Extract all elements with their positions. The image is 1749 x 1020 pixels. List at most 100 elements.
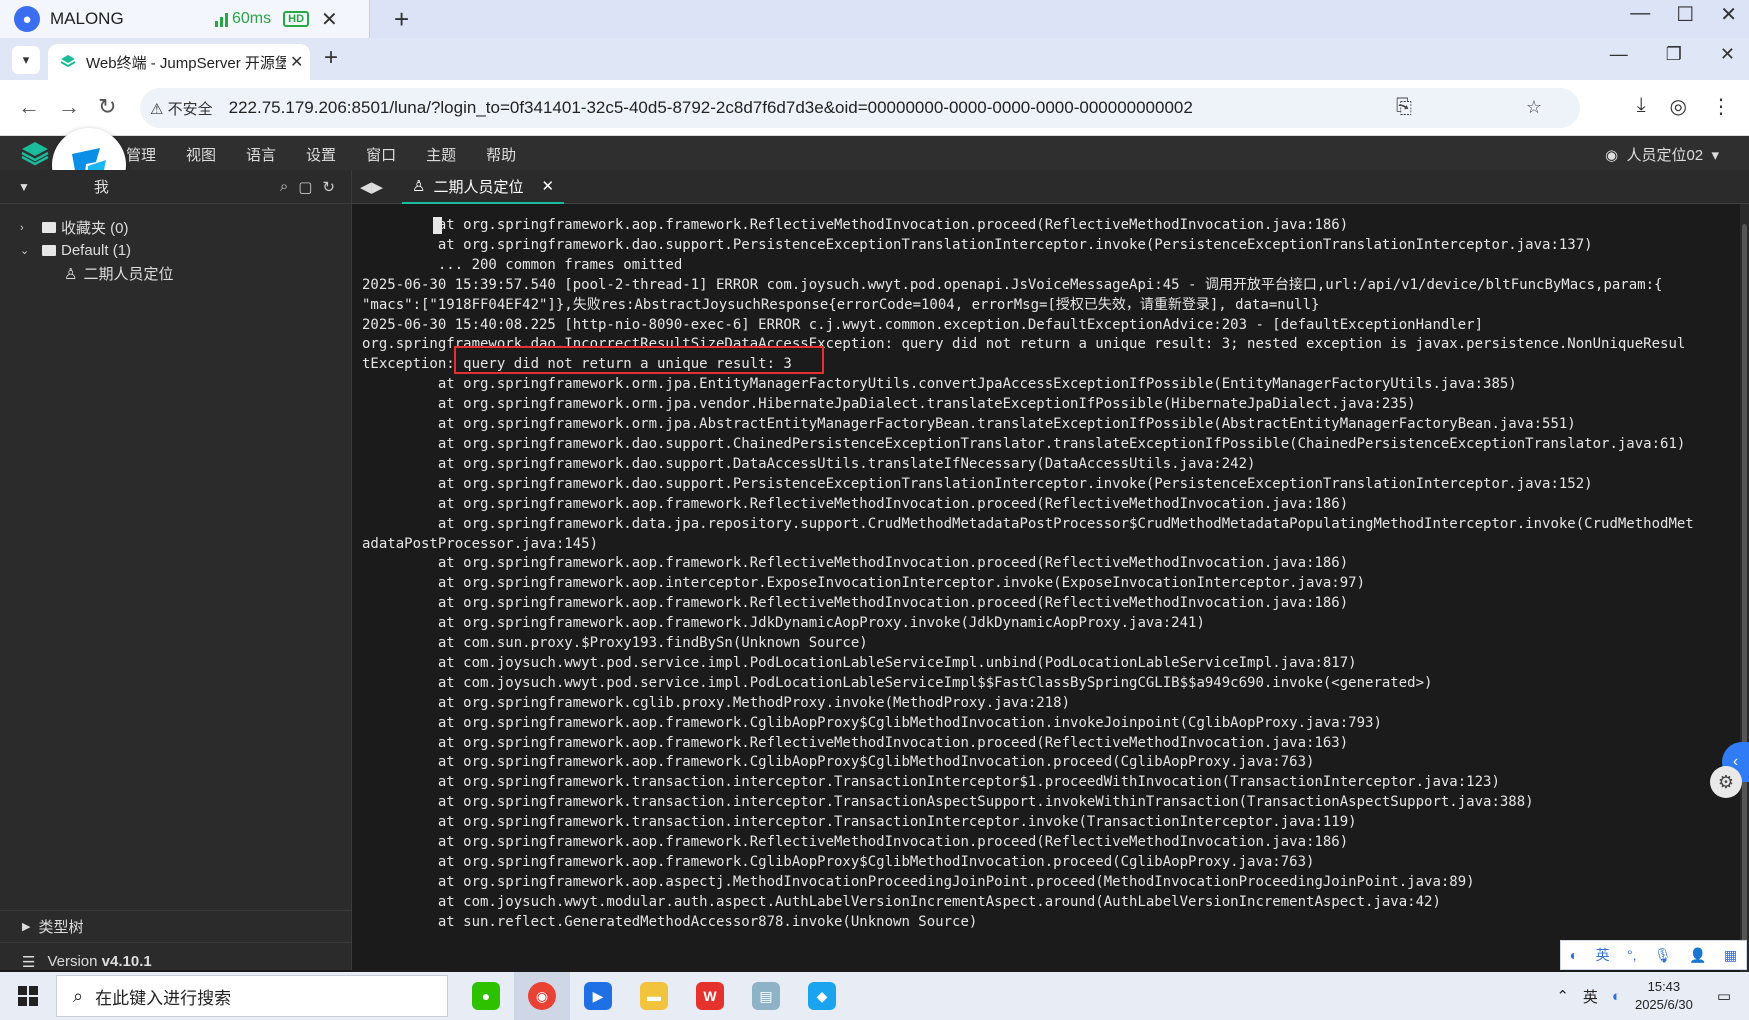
terminal-line: 2025-06-30 15:39:57.540 [pool-2-thread-1… xyxy=(362,276,1663,293)
tree-node-default[interactable]: ⌄ Default (1) xyxy=(0,239,351,262)
browser-tab-title: Web终端 - JumpServer 开源堡 xyxy=(86,54,286,72)
menu-item-manage[interactable]: 管理 xyxy=(126,144,156,165)
caret-down-icon[interactable]: ▼ xyxy=(18,180,30,194)
menu-icon[interactable]: ⋮ xyxy=(1711,94,1731,119)
close-icon[interactable]: ✕ xyxy=(1720,2,1737,27)
search-icon[interactable]: ⌕ xyxy=(280,178,288,196)
collapse-icon[interactable]: ▢ xyxy=(298,178,312,196)
minimize-icon[interactable]: — xyxy=(1610,44,1628,65)
linux-icon: ♙ xyxy=(64,265,78,283)
maximize-icon[interactable]: ☐ xyxy=(1676,2,1694,27)
terminal-tab[interactable]: ♙ 二期人员定位 ✕ xyxy=(402,170,565,204)
jumpserver-favicon-icon xyxy=(60,55,76,68)
minimize-icon[interactable]: — xyxy=(1630,2,1650,27)
terminal-line: at com.joysuch.wwyt.pod.service.impl.Pod… xyxy=(362,654,1357,671)
terminal-line: at org.springframework.transaction.inter… xyxy=(362,814,1357,831)
bookmark-star-icon[interactable]: ☆ xyxy=(1526,97,1542,118)
forward-icon[interactable]: → xyxy=(58,94,80,120)
add-session-icon[interactable]: + xyxy=(394,4,409,35)
tray-lang[interactable]: 英 xyxy=(1583,986,1598,1007)
terminal-tab-label: 二期人员定位 xyxy=(433,178,524,196)
menu-item-settings[interactable]: 设置 xyxy=(306,144,336,165)
caret-right-icon[interactable]: › xyxy=(20,222,34,234)
address-bar[interactable]: ⚠ 不安全 222.75.179.206:8501/luna/?login_to… xyxy=(140,88,1580,128)
hd-badge[interactable]: HD xyxy=(283,11,310,27)
terminal-line: at com.joysuch.wwyt.modular.auth.aspect.… xyxy=(362,893,1441,910)
reload-icon[interactable]: ↻ xyxy=(98,94,116,120)
menu-item-help[interactable]: 帮助 xyxy=(486,144,516,165)
taskbar-search[interactable]: ⌕ 在此键入进行搜索 xyxy=(56,975,448,1017)
clock-time: 15:43 xyxy=(1647,979,1681,994)
menu-item-view[interactable]: 视图 xyxy=(186,144,216,165)
notes-icon: ▤ xyxy=(752,982,780,1010)
translate-icon[interactable]: ⎘ xyxy=(1396,96,1412,119)
back-icon[interactable]: ← xyxy=(18,94,40,120)
ime-lang[interactable]: 英 xyxy=(1596,945,1610,965)
folder-open-icon xyxy=(42,245,56,256)
settings-gear-icon[interactable]: ⚙ xyxy=(1710,766,1742,798)
search-placeholder: 在此键入进行搜索 xyxy=(95,988,232,1008)
taskbar-apps: ● ◉ ▶ ▬ W ▤ ◆ xyxy=(458,972,850,1020)
file-explorer-app[interactable]: ▬ xyxy=(626,972,682,1020)
close-tab-icon[interactable]: ✕ xyxy=(290,52,303,72)
ime-logo-icon[interactable]: ◐ xyxy=(1570,947,1578,963)
terminal-line: at com.joysuch.wwyt.pod.service.impl.Pod… xyxy=(362,674,1433,691)
punctuation-icon[interactable]: °, xyxy=(1627,947,1637,963)
notification-icon[interactable]: ▭ xyxy=(1717,987,1731,1005)
ime-tray-icon[interactable]: ◐ xyxy=(1612,988,1621,1005)
user-avatar-icon: ● xyxy=(14,6,40,32)
terminal-output[interactable]: at org.springframework.aop.framework.Ref… xyxy=(352,204,1740,972)
caret-down-icon[interactable]: ⌄ xyxy=(20,244,34,257)
folder-icon: ▬ xyxy=(640,982,668,1010)
menu-item-language[interactable]: 语言 xyxy=(246,144,276,165)
wps-icon: W xyxy=(696,982,724,1010)
arrow-app-icon: ▶ xyxy=(584,982,612,1010)
terminal-scrollbar[interactable] xyxy=(1740,204,1749,972)
close-icon[interactable]: ✕ xyxy=(321,7,338,32)
terminal-line: at org.springframework.aop.framework.Ref… xyxy=(362,217,1349,233)
user-icon[interactable]: 👤 xyxy=(1689,947,1706,964)
tab-scroll-arrows-icon[interactable]: ◀▶ xyxy=(360,178,383,196)
close-tab-icon[interactable]: ✕ xyxy=(541,177,554,195)
user-menu[interactable]: ◉ 人员定位02 ▾ xyxy=(1605,144,1719,165)
feishu-app[interactable]: ▶ xyxy=(570,972,626,1020)
scrollbar-thumb[interactable] xyxy=(1742,224,1747,964)
security-warning[interactable]: ⚠ 不安全 xyxy=(150,98,213,119)
terminal-line: at org.springframework.data.jpa.reposito… xyxy=(362,515,1694,532)
windows-start-icon[interactable] xyxy=(0,986,56,1006)
todesk-app[interactable]: ◆ xyxy=(794,972,850,1020)
microphone-icon[interactable]: 🎙 xyxy=(1654,947,1672,964)
close-icon[interactable]: ✕ xyxy=(1720,44,1735,65)
tree-node-favorites[interactable]: › 收藏夹 (0) xyxy=(0,216,351,239)
type-tree-section[interactable]: ▶ 类型树 xyxy=(0,910,352,942)
restore-icon[interactable]: ❐ xyxy=(1666,44,1682,65)
new-tab-icon[interactable]: + xyxy=(324,44,338,72)
wps-app[interactable]: W xyxy=(682,972,738,1020)
profile-icon[interactable]: ◎ xyxy=(1670,94,1687,119)
url-text[interactable]: 222.75.179.206:8501/luna/?login_to=0f341… xyxy=(229,98,1193,118)
refresh-icon[interactable]: ↻ xyxy=(322,178,335,196)
wechat-app[interactable]: ● xyxy=(458,972,514,1020)
chevron-up-icon[interactable]: ⌃ xyxy=(1556,987,1569,1005)
terminal-line: at org.springframework.aop.framework.Jdk… xyxy=(362,615,1205,632)
linux-icon: ♙ xyxy=(412,178,426,195)
version-label: Version xyxy=(47,953,98,970)
download-icon[interactable]: ⤓ xyxy=(1637,94,1646,119)
tree-node-asset[interactable]: ♙ 二期人员定位 xyxy=(0,262,351,285)
clock[interactable]: 15:43 2025/6/30 xyxy=(1635,978,1693,1014)
menu-item-window[interactable]: 窗口 xyxy=(366,144,396,165)
remote-session-tab[interactable]: ● MALONG 60ms HD ✕ xyxy=(0,0,370,38)
browser-tab[interactable]: Web终端 - JumpServer 开源堡 ✕ xyxy=(48,44,310,80)
grid-icon[interactable]: ▦ xyxy=(1724,947,1737,964)
menu-item-theme[interactable]: 主题 xyxy=(426,144,456,165)
terminal-line: at org.springframework.aop.framework.Cgl… xyxy=(362,714,1382,731)
wechat-icon: ● xyxy=(472,982,500,1010)
chrome-app[interactable]: ◉ xyxy=(514,972,570,1020)
asset-sidebar: ▼ 我 ⌕ ▢ ↻ › 收藏夹 (0) ⌄ Default (1) ♙ 二期人员… xyxy=(0,170,352,971)
terminal-line: at org.springframework.transaction.inter… xyxy=(362,774,1500,791)
error-highlight-box xyxy=(454,346,824,374)
terminal-line: ... 200 common frames omitted xyxy=(362,256,683,273)
type-tree-label: 类型树 xyxy=(38,919,84,936)
tab-list-dropdown-icon[interactable]: ▾ xyxy=(12,46,40,74)
notes-app[interactable]: ▤ xyxy=(738,972,794,1020)
